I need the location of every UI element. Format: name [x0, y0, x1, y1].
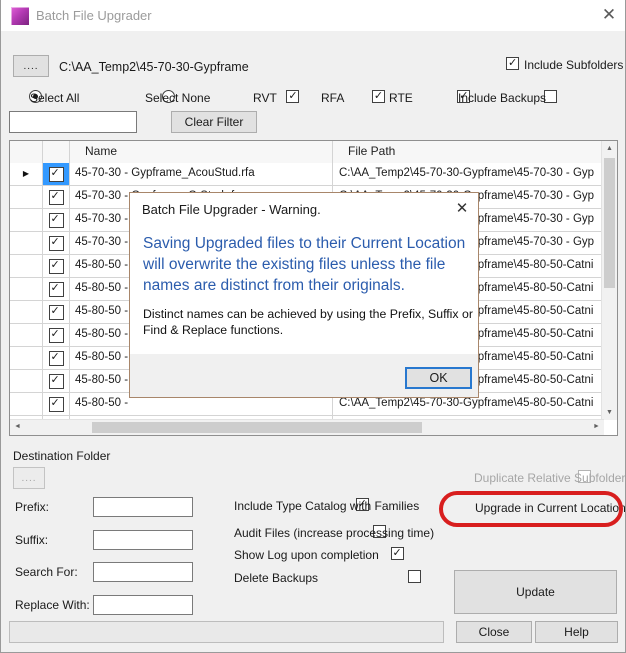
- rvt-label: RVT: [253, 91, 277, 105]
- dialog-detail-message: Distinct names can be achieved by using …: [143, 307, 473, 338]
- dialog-title: Batch File Upgrader - Warning.: [142, 202, 321, 217]
- select-none-label: Select None: [145, 91, 210, 105]
- grid-header-checkbox-col: [43, 141, 70, 163]
- destination-folder-label: Destination Folder: [13, 449, 110, 463]
- source-path-label: C:\AA_Temp2\45-70-30-Gypframe: [59, 60, 249, 74]
- table-row[interactable]: ▶ ✓ 45-70-30 - Gypframe_AcouStud.rfa C:\…: [10, 163, 604, 186]
- scroll-left-icon[interactable]: ◄: [10, 420, 25, 434]
- scroll-up-icon[interactable]: ▲: [602, 141, 617, 156]
- vertical-scrollbar[interactable]: ▲ ▼: [601, 141, 617, 420]
- rvt-checkbox[interactable]: ✓: [286, 90, 299, 103]
- help-button[interactable]: Help: [535, 621, 618, 643]
- ok-button[interactable]: OK: [405, 367, 472, 389]
- row-checkbox[interactable]: ✓: [49, 397, 64, 412]
- current-row-arrow-icon: ▶: [10, 163, 42, 185]
- check-icon: ✓: [51, 374, 60, 387]
- vertical-scroll-thumb[interactable]: [604, 158, 615, 288]
- show-log-checkbox[interactable]: ✓: [391, 547, 404, 560]
- detail-line: Distinct names can be achieved by using …: [143, 307, 473, 323]
- check-icon: ✓: [508, 57, 517, 70]
- source-browse-button[interactable]: ....: [13, 55, 49, 77]
- warning-line: Saving Upgraded files to their Current L…: [143, 233, 473, 254]
- row-checkbox[interactable]: ✓: [49, 305, 64, 320]
- include-type-catalog-label: Include Type Catalog with Families: [234, 499, 419, 513]
- search-for-label: Search For:: [15, 565, 78, 579]
- check-icon: ✓: [51, 351, 60, 364]
- prefix-input[interactable]: [93, 497, 193, 517]
- grid-header-rowselector: [10, 141, 43, 163]
- detail-line: Find & Replace functions.: [143, 323, 473, 339]
- window-close-icon[interactable]: ✕: [598, 4, 620, 26]
- audit-files-label: Audit Files (increase processing time): [234, 526, 434, 540]
- row-checkbox[interactable]: ✓: [49, 167, 64, 182]
- row-checkbox[interactable]: ✓: [49, 374, 64, 389]
- dialog-warning-message: Saving Upgraded files to their Current L…: [143, 233, 473, 296]
- delete-backups-label: Delete Backups: [234, 571, 318, 585]
- grid-header-file-path[interactable]: File Path: [333, 141, 604, 163]
- check-icon: ✓: [393, 547, 402, 560]
- horizontal-scroll-thumb[interactable]: [92, 422, 422, 433]
- row-path: C:\AA_Temp2\45-70-30-Gypframe\45-70-30 -…: [333, 163, 604, 185]
- close-button[interactable]: Close: [456, 621, 532, 643]
- warning-line: will overwrite the existing files unless…: [143, 254, 473, 275]
- include-subfolders-label: Include Subfolders: [524, 58, 623, 72]
- suffix-input[interactable]: [93, 530, 193, 550]
- rfa-label: RFA: [321, 91, 344, 105]
- horizontal-scrollbar[interactable]: ◄ ►: [10, 419, 604, 435]
- scroll-right-icon[interactable]: ►: [589, 420, 604, 434]
- warning-line: names are distinct from their originals.: [143, 275, 473, 296]
- scroll-down-icon[interactable]: ▼: [602, 405, 617, 420]
- filter-input[interactable]: [9, 111, 137, 133]
- check-icon: ✓: [288, 90, 297, 103]
- title-bar: Batch File Upgrader ✕: [1, 0, 625, 31]
- app-icon: [11, 7, 29, 25]
- show-log-label: Show Log upon completion: [234, 548, 379, 562]
- delete-backups-checkbox[interactable]: [408, 570, 421, 583]
- progress-bar: [9, 621, 444, 643]
- search-for-input[interactable]: [93, 562, 193, 582]
- row-checkbox[interactable]: ✓: [49, 213, 64, 228]
- clear-filter-button[interactable]: Clear Filter: [171, 111, 257, 133]
- prefix-label: Prefix:: [15, 500, 49, 514]
- batch-file-upgrader-window: Batch File Upgrader ✕ .... C:\AA_Temp2\4…: [0, 0, 626, 653]
- check-icon: ✓: [51, 328, 60, 341]
- rfa-checkbox[interactable]: ✓: [372, 90, 385, 103]
- check-icon: ✓: [51, 190, 60, 203]
- suffix-label: Suffix:: [15, 533, 48, 547]
- row-checkbox[interactable]: ✓: [49, 259, 64, 274]
- include-backups-label: Include Backups: [458, 91, 546, 105]
- check-icon: ✓: [51, 167, 60, 180]
- warning-dialog: Batch File Upgrader - Warning. ✕ Saving …: [129, 192, 479, 398]
- grid-header-name[interactable]: Name: [70, 141, 333, 163]
- row-checkbox[interactable]: ✓: [49, 282, 64, 297]
- row-checkbox[interactable]: ✓: [49, 351, 64, 366]
- select-all-label: Select All: [30, 91, 79, 105]
- grid-header-row: Name File Path: [10, 141, 617, 164]
- row-checkbox[interactable]: ✓: [49, 190, 64, 205]
- check-icon: ✓: [374, 90, 383, 103]
- update-button[interactable]: Update: [454, 570, 617, 614]
- upgrade-current-location-label: Upgrade in Current Location: [475, 501, 626, 515]
- replace-with-label: Replace With:: [15, 598, 90, 612]
- check-icon: ✓: [51, 397, 60, 410]
- duplicate-relative-subfolders-label: Duplicate Relative Subfolders: [474, 471, 626, 485]
- check-icon: ✓: [51, 259, 60, 272]
- dialog-close-icon[interactable]: ✕: [452, 199, 472, 219]
- dialog-footer: OK: [130, 354, 478, 397]
- include-subfolders-checkbox[interactable]: ✓: [506, 57, 519, 70]
- check-icon: ✓: [51, 236, 60, 249]
- destination-browse-button[interactable]: ....: [13, 467, 45, 489]
- check-icon: ✓: [51, 213, 60, 226]
- row-name: 45-70-30 - Gypframe_AcouStud.rfa: [70, 163, 333, 185]
- check-icon: ✓: [51, 282, 60, 295]
- replace-with-input[interactable]: [93, 595, 193, 615]
- rte-label: RTE: [389, 91, 413, 105]
- check-icon: ✓: [51, 305, 60, 318]
- window-title: Batch File Upgrader: [36, 8, 152, 23]
- row-checkbox[interactable]: ✓: [49, 328, 64, 343]
- row-checkbox[interactable]: ✓: [49, 236, 64, 251]
